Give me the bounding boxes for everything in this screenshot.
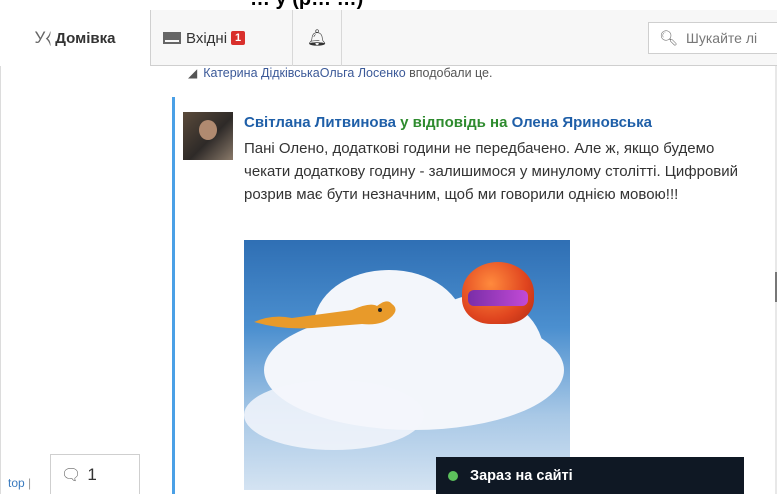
chat-bubble-icon: 🗨︎ (61, 466, 82, 484)
visor-illustration (468, 290, 528, 306)
bell-icon: 🔔︎ (306, 30, 328, 47)
avatar[interactable] (183, 112, 233, 160)
comment-header: Світлана Литвинова у відповідь на Олена … (244, 114, 652, 131)
comment-author-link[interactable]: Світлана Литвинова (244, 114, 396, 131)
online-label: Зараз на сайті (470, 467, 573, 484)
comment-text: Пані Олено, додаткові години не передбач… (244, 140, 739, 203)
nav-inbox[interactable]: Вхідні 1 (163, 10, 246, 66)
cat-illustration (254, 301, 396, 329)
search-icon: 🔍︎ (659, 30, 679, 47)
reply-target-link[interactable]: Олена Яриновська (512, 114, 652, 131)
home-logo-icon: У⧼ (34, 28, 52, 47)
nav-inbox-label: Вхідні (186, 29, 228, 47)
comment-image[interactable] (244, 240, 570, 490)
nav-home[interactable]: У⧼ Домівка (0, 10, 151, 66)
liker-link-1[interactable]: Катерина Дідківська (203, 66, 320, 80)
top-navbar: У⧼ Домівка Вхідні 1 🔔︎ 🔍︎ Шукайте лі (0, 10, 777, 66)
search-input[interactable]: 🔍︎ Шукайте лі (648, 22, 777, 54)
reply-phrase: у відповідь на (395, 114, 512, 131)
scroll-top-link[interactable]: top (8, 476, 25, 490)
liker-link-2[interactable]: Ольга Лосенко (320, 66, 406, 80)
online-status-icon (448, 470, 458, 481)
thread-indicator-line (172, 97, 175, 494)
top-separator: | (24, 476, 32, 490)
chat-button[interactable]: 🗨︎ 1 (50, 454, 140, 494)
thumbs-up-icon: ◢ (188, 66, 198, 80)
cloud-shape (244, 380, 424, 450)
page-title-fragment: … у (р… …) (0, 0, 777, 10)
online-now-bar[interactable]: Зараз на сайті (436, 457, 744, 494)
top-link-area: top | (8, 476, 31, 490)
nav-home-label: Домівка (55, 29, 116, 47)
page-title-text: … у (р… …) (250, 0, 363, 10)
notifications-button[interactable]: 🔔︎ (292, 10, 342, 66)
likes-suffix: вподобали це. (405, 66, 493, 80)
chat-count: 1 (87, 464, 97, 484)
left-divider (0, 66, 1, 494)
envelope-icon (163, 32, 181, 44)
likes-line: ◢ Катерина ДідківськаОльга Лосенко вподоб… (188, 66, 492, 80)
inbox-count-badge: 1 (231, 31, 246, 45)
search-placeholder: Шукайте лі (686, 30, 758, 46)
